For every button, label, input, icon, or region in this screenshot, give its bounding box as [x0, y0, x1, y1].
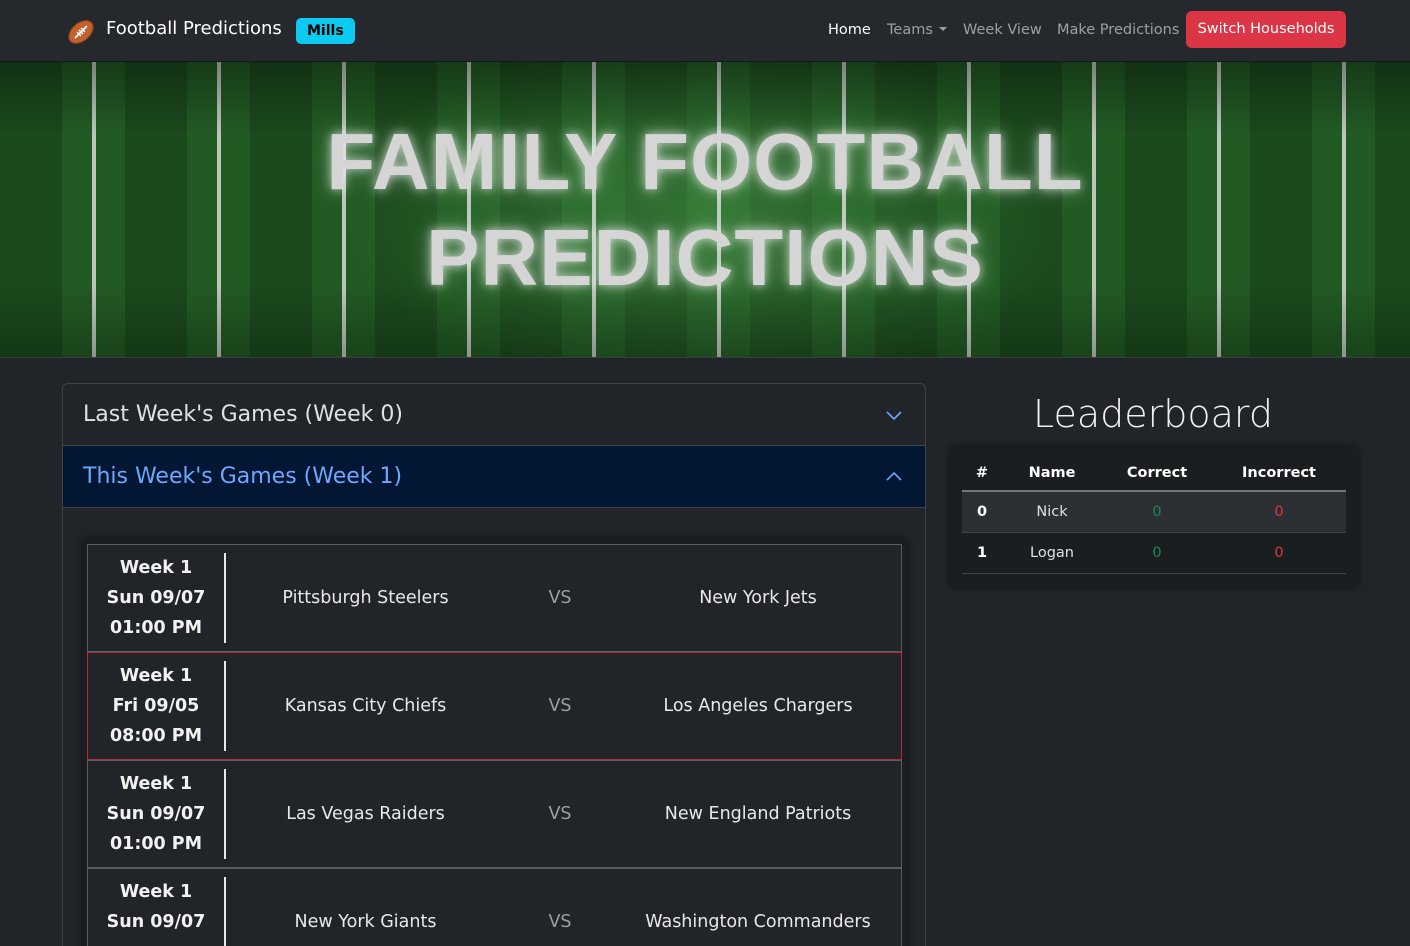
- chevron-up-icon: [886, 471, 902, 481]
- player-incorrect: 0: [1212, 491, 1346, 533]
- game-time: 01:00 PM: [109, 618, 203, 638]
- vs-label: VS: [548, 912, 572, 932]
- football-icon[interactable]: [66, 17, 96, 47]
- game-week: Week 1: [119, 774, 193, 794]
- home-team: Las Vegas Raiders: [286, 804, 445, 824]
- games-accordion: Last Week's Games (Week 0) This Week's G…: [62, 383, 926, 946]
- col-correct: Correct: [1102, 455, 1212, 492]
- vs-label: VS: [548, 588, 572, 608]
- accordion-last-week-title: Last Week's Games (Week 0): [83, 402, 403, 427]
- game-time: 08:00 PM: [109, 726, 203, 746]
- home-team: Kansas City Chiefs: [284, 696, 447, 716]
- col-name: Name: [1002, 455, 1102, 492]
- player-name: Nick: [1002, 491, 1102, 533]
- game-time: 01:00 PM: [109, 834, 203, 854]
- game-date: Sun 09/07: [106, 588, 206, 608]
- game-date: Fri 09/05: [112, 696, 200, 716]
- game-row[interactable]: Week 1 Sun 09/07 01:00 PM Pittsburgh Ste…: [87, 544, 902, 652]
- nav-home[interactable]: Home: [828, 22, 871, 38]
- leaderboard-header-row: # Name Correct Incorrect: [962, 455, 1346, 492]
- player-rank: 1: [962, 532, 1002, 574]
- col-rank: #: [962, 455, 1002, 492]
- chevron-down-icon: [886, 411, 902, 421]
- game-date: Sun 09/07: [106, 912, 206, 932]
- hero-banner: FAMILY FOOTBALL PREDICTIONS: [0, 62, 1410, 358]
- game-row[interactable]: Week 1 Sun 09/07 01:00 PM Las Vegas Raid…: [87, 760, 902, 868]
- vs-label: VS: [548, 696, 572, 716]
- navbar: Football Predictions Mills Home Teams We…: [0, 0, 1410, 62]
- game-row[interactable]: Week 1 Sun 09/07 New York Giants VS Wash…: [87, 868, 902, 946]
- nav-week-view[interactable]: Week View: [963, 22, 1042, 38]
- away-team: Los Angeles Chargers: [663, 696, 853, 716]
- player-incorrect: 0: [1212, 532, 1346, 574]
- vs-label: VS: [548, 804, 572, 824]
- hero-title: FAMILY FOOTBALL PREDICTIONS: [0, 114, 1410, 306]
- col-incorrect: Incorrect: [1212, 455, 1346, 492]
- player-correct: 0: [1102, 491, 1212, 533]
- leaderboard-row: 0 Nick 0 0: [962, 491, 1346, 533]
- game-datetime: Week 1 Sun 09/07 01:00 PM: [88, 769, 226, 859]
- game-datetime: Week 1 Sun 09/07 01:00 PM: [88, 553, 226, 643]
- home-team: Pittsburgh Steelers: [282, 588, 449, 608]
- game-week: Week 1: [119, 558, 193, 578]
- hero-title-line1: FAMILY FOOTBALL: [326, 117, 1084, 206]
- household-badge: Mills: [296, 18, 355, 44]
- away-team: New England Patriots: [664, 804, 852, 824]
- leaderboard-title: Leaderboard: [1032, 392, 1274, 436]
- game-week: Week 1: [119, 882, 193, 902]
- leaderboard-row: 1 Logan 0 0: [962, 532, 1346, 574]
- accordion-this-week-header[interactable]: This Week's Games (Week 1): [63, 446, 925, 508]
- games-list: Week 1 Sun 09/07 01:00 PM Pittsburgh Ste…: [83, 539, 907, 946]
- player-correct: 0: [1102, 532, 1212, 574]
- away-team: New York Jets: [699, 588, 817, 608]
- nav-teams-label: Teams: [887, 22, 933, 38]
- leaderboard-table: # Name Correct Incorrect 0 Nick 0 0 1 Lo…: [962, 455, 1346, 574]
- leaderboard-card: # Name Correct Incorrect 0 Nick 0 0 1 Lo…: [950, 447, 1358, 587]
- accordion-this-week-title: This Week's Games (Week 1): [83, 464, 403, 489]
- accordion-last-week-header[interactable]: Last Week's Games (Week 0): [63, 384, 925, 446]
- game-datetime: Week 1 Sun 09/07: [88, 877, 226, 946]
- away-team: Washington Commanders: [645, 912, 871, 932]
- hero-title-line2: PREDICTIONS: [426, 213, 984, 302]
- caret-down-icon: [938, 27, 947, 31]
- home-team: New York Giants: [294, 912, 437, 932]
- player-name: Logan: [1002, 532, 1102, 574]
- game-row[interactable]: Week 1 Fri 09/05 08:00 PM Kansas City Ch…: [87, 652, 902, 760]
- game-datetime: Week 1 Fri 09/05 08:00 PM: [88, 661, 226, 751]
- brand-title[interactable]: Football Predictions: [106, 18, 282, 39]
- player-rank: 0: [962, 491, 1002, 533]
- nav-teams-dropdown[interactable]: Teams: [887, 22, 947, 38]
- game-week: Week 1: [119, 666, 193, 686]
- switch-households-button[interactable]: Switch Households: [1186, 11, 1346, 48]
- nav-make-predictions[interactable]: Make Predictions: [1057, 22, 1179, 38]
- game-date: Sun 09/07: [106, 804, 206, 824]
